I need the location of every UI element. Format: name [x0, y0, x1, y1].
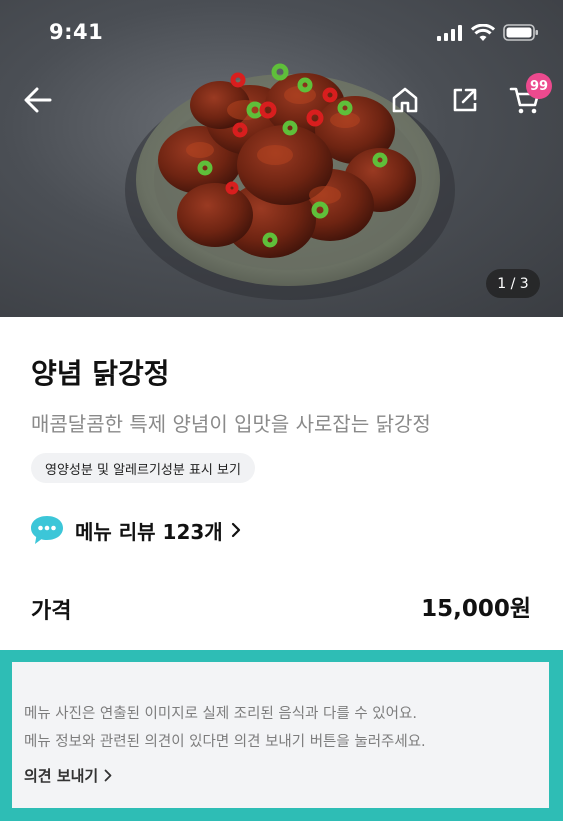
status-time: 9:41	[49, 20, 104, 44]
menu-review-link[interactable]: 메뉴 리뷰 123개	[29, 512, 241, 548]
status-bar: 9:41	[0, 0, 563, 66]
product-title: 양념 닭강정	[31, 357, 170, 390]
speech-bubble-icon	[31, 516, 63, 544]
notice-text-feedback: 메뉴 정보와 관련된 의견이 있다면 의견 보내기 버튼을 눌러주세요.	[24, 734, 426, 750]
product-description: 매콤달콤한 특제 양념이 입맛을 사로잡는 닭강정	[31, 412, 431, 436]
signal-icon	[437, 24, 462, 41]
wifi-icon	[471, 24, 495, 41]
price-value: 15,000원	[421, 596, 531, 622]
notice-text-photo: 메뉴 사진은 연출된 이미지로 실제 조리된 음식과 다를 수 있어요.	[24, 706, 417, 722]
send-feedback-button[interactable]: 의견 보내기	[24, 763, 112, 787]
image-page-counter: 1 / 3	[486, 269, 540, 298]
status-icons	[437, 24, 539, 41]
menu-review-label: 메뉴 리뷰 123개	[75, 519, 223, 544]
home-button[interactable]	[385, 80, 425, 120]
share-icon	[453, 88, 477, 112]
cart-count-badge: 99	[526, 73, 552, 99]
chevron-right-icon	[104, 769, 112, 782]
send-feedback-label: 의견 보내기	[24, 766, 99, 785]
arrow-left-icon	[24, 87, 52, 113]
price-label: 가격	[31, 599, 72, 624]
product-hero-image[interactable]: 9:41 99 1 / 3	[0, 0, 563, 317]
nutrition-allergy-button[interactable]: 영양성분 및 알레르기성분 표시 보기	[31, 453, 255, 483]
share-button[interactable]	[445, 80, 485, 120]
menu-photo-notice: 메뉴 사진은 연출된 이미지로 실제 조리된 음식과 다를 수 있어요. 메뉴 …	[12, 662, 549, 808]
home-icon	[392, 87, 418, 113]
chevron-right-icon	[231, 522, 241, 538]
back-button[interactable]	[18, 80, 58, 120]
notice-highlight-frame: 메뉴 사진은 연출된 이미지로 실제 조리된 음식과 다를 수 있어요. 메뉴 …	[0, 650, 563, 821]
battery-icon	[503, 24, 538, 41]
